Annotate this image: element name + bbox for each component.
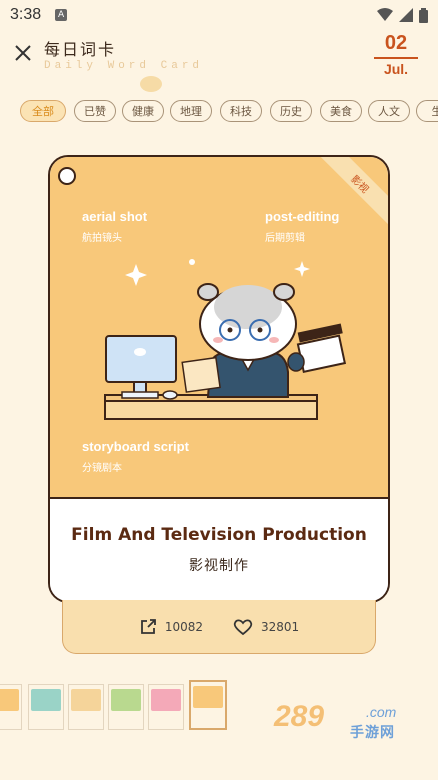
- category-tabs: 全部 已赞 健康 地理 科技 历史 美食 人文 生: [0, 100, 438, 124]
- heart-icon: [233, 618, 253, 635]
- card-illustration-area: 影视 aerial shot 航拍镜头 post-editing 后期剪辑 st…: [50, 157, 388, 499]
- word-en-1: aerial shot: [82, 209, 148, 224]
- share-button[interactable]: 10082: [139, 618, 203, 636]
- thumbnail[interactable]: [0, 684, 22, 730]
- header: 每日词卡 Daily Word Card 02 Jul.: [0, 30, 438, 92]
- wifi-icon: [377, 8, 393, 21]
- word-card[interactable]: 影视 aerial shot 航拍镜头 post-editing 后期剪辑 st…: [48, 155, 390, 603]
- thumbnail[interactable]: [148, 684, 184, 730]
- word-en-2: post-editing: [265, 209, 340, 224]
- tab-liked[interactable]: 已赞: [74, 100, 116, 122]
- word-en-3: storyboard script: [82, 439, 189, 454]
- card-caption: Film And Television Production 影视制作: [50, 499, 388, 601]
- thumbnail-image: [111, 689, 141, 711]
- battery-icon: [419, 7, 428, 23]
- card-title-en: Film And Television Production: [71, 525, 367, 545]
- word-cn-3: 分镜剧本: [82, 463, 122, 474]
- thumbnail[interactable]: [68, 684, 104, 730]
- word-cn-2: 后期剪辑: [265, 233, 305, 244]
- thumbnail-image: [71, 689, 101, 711]
- thumbnail-selected[interactable]: [189, 680, 227, 730]
- tab-health[interactable]: 健康: [122, 100, 164, 122]
- word-cn-1: 航拍镜头: [82, 233, 122, 244]
- tab-food[interactable]: 美食: [320, 100, 362, 122]
- status-icons: [377, 7, 428, 23]
- share-count: 10082: [164, 619, 203, 634]
- thumbnail[interactable]: [108, 684, 144, 730]
- watermark-cn: 手游网: [350, 725, 395, 741]
- page-subtitle: Daily Word Card: [44, 60, 204, 72]
- date-day: 02: [384, 32, 408, 54]
- tab-all[interactable]: 全部: [20, 100, 66, 122]
- thumbnail-image: [0, 689, 19, 711]
- tab-culture[interactable]: 人文: [368, 100, 410, 122]
- decor-blob: [140, 76, 162, 92]
- tab-history[interactable]: 历史: [270, 100, 312, 122]
- watermark-logo: 289 .com 手游网: [274, 700, 414, 741]
- close-icon[interactable]: [12, 42, 34, 64]
- date-month: Jul.: [383, 61, 409, 77]
- watermark-domain: .com: [366, 704, 397, 720]
- like-count: 32801: [261, 619, 300, 634]
- tab-more[interactable]: 生: [416, 100, 438, 122]
- hamster-illustration: [104, 259, 347, 420]
- share-icon: [140, 618, 156, 634]
- thumbnail-image: [31, 689, 61, 711]
- tab-geography[interactable]: 地理: [170, 100, 212, 122]
- thumbnail[interactable]: [28, 684, 64, 730]
- tab-tech[interactable]: 科技: [220, 100, 262, 122]
- page-title: 每日词卡: [44, 40, 117, 59]
- card-hole: [58, 167, 76, 185]
- card-stats: 10082 32801: [62, 600, 376, 654]
- thumbnail-image: [193, 686, 223, 708]
- status-time: 3:38: [10, 6, 42, 23]
- like-button[interactable]: 32801: [233, 618, 299, 636]
- date-badge: 02 Jul.: [374, 32, 418, 77]
- signal-icon: [399, 8, 413, 22]
- status-bar: 3:38 A: [0, 0, 438, 30]
- notification-icon: A: [55, 9, 68, 21]
- watermark-brand: 289: [274, 700, 325, 733]
- date-divider: [374, 57, 418, 59]
- thumbnail-image: [151, 689, 181, 711]
- card-title-cn: 影视制作: [189, 558, 249, 574]
